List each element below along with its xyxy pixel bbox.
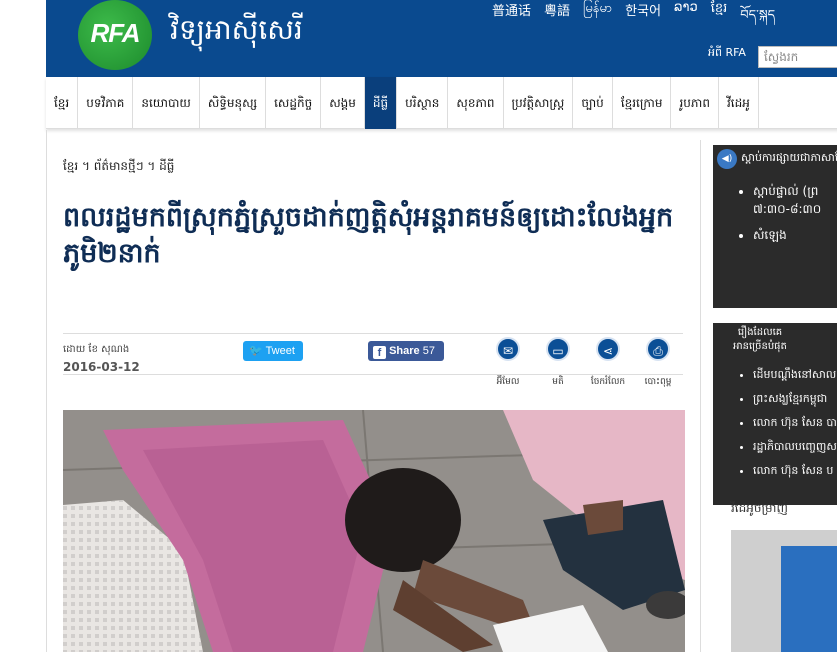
print-icon: ⎙ (646, 337, 670, 361)
left-divider (46, 130, 47, 652)
article-headline: ពលរដ្ឋមកពីស្រុកភ្នំស្រួចដាក់ញត្តិសុំអន្ត… (63, 202, 674, 270)
nav-item-politics[interactable]: នយោបាយ (133, 77, 200, 129)
meta-divider-bottom (63, 374, 683, 375)
most-read-item[interactable]: ដើមបណ្ដឹងនៅសាល (753, 368, 837, 384)
byline: ដោយ ខែ សុណង (63, 344, 130, 355)
main-nav: ខ្មែរ បទវិភាគ នយោបាយ សិទ្ធិមនុស្ស សេដ្ឋក… (46, 77, 837, 129)
share-label: Share (389, 345, 420, 357)
email-tool[interactable]: ✉ អ៊ីមែល (488, 337, 528, 389)
listen-item-time: ៧:៣០-៨:៣០ (753, 202, 822, 216)
facebook-share-button[interactable]: f Share 57 (368, 341, 444, 361)
lang-korean[interactable]: 한국어 (625, 0, 674, 19)
breadcrumb[interactable]: ខ្មែរ ។ ព័ត៌មានថ្មីៗ ។ ដីធ្លី (63, 158, 174, 176)
listen-panel: ◀) ស្ដាប់ការផ្សាយជាភាសាខ្មែរ ស្ដាប់ផ្ទាល… (713, 145, 837, 308)
nav-item-health[interactable]: សុខភាព (448, 77, 504, 129)
listen-item-live[interactable]: ស្ដាប់ផ្ទាល់ (ព្រ៧:៣០-៨:៣០ (753, 183, 837, 219)
twitter-icon: 🐦 (249, 345, 263, 357)
tweet-button[interactable]: 🐦 Tweet (243, 341, 303, 361)
lang-lao[interactable]: ລາວ (674, 0, 711, 16)
most-read-panel: រឿងដែលគេ អានច្រើនបំផុត ដើមបណ្ដឹងនៅសាល ព្… (713, 323, 837, 505)
nav-item-photos[interactable]: រូបភាព (671, 77, 719, 129)
language-bar: 普通话 粵語 မြန်မာ 한국어 ລາວ ខ្មែរ བོད་སྐད (492, 0, 788, 23)
lang-burmese[interactable]: မြန်မာ (583, 0, 625, 16)
comment-icon: ▭ (546, 337, 570, 361)
right-rail-divider (700, 140, 701, 652)
listen-item-live-label: ស្ដាប់ផ្ទាល់ (ព្រ (753, 184, 819, 198)
search-input[interactable]: ស្វែងរក (758, 46, 837, 68)
nav-item-human-rights[interactable]: សិទ្ធិមនុស្ស (200, 77, 267, 129)
lang-tibetan[interactable]: བོད་སྐད (740, 0, 788, 23)
publish-date: 2016-03-12 (63, 360, 140, 374)
facebook-icon: f (373, 346, 386, 359)
comment-label: មតិ (552, 377, 564, 387)
comment-tool[interactable]: ▭ មតិ (538, 337, 578, 389)
most-read-title: រឿងដែលគេ អានច្រើនបំផុត (713, 323, 837, 354)
nav-item-khmer[interactable]: ខ្មែរ (46, 77, 79, 129)
lang-khmer[interactable]: ខ្មែរ (711, 0, 741, 16)
site-name[interactable]: វិទ្យុអាស៊ីសេរី (170, 12, 303, 53)
listen-list: ស្ដាប់ផ្ទាល់ (ព្រ៧:៣០-៨:៣០ សំឡេង (713, 183, 837, 245)
photo-illustration (63, 410, 685, 652)
speaker-icon[interactable]: ◀) (717, 149, 737, 169)
print-tool[interactable]: ⎙ បោះពុម្ព (638, 337, 678, 389)
most-read-title-line2: អានច្រើនបំផុត (733, 341, 787, 352)
nav-item-law[interactable]: ច្បាប់ (573, 77, 613, 129)
lang-mandarin[interactable]: 普通话 (492, 0, 544, 19)
page: RFA វិទ្យុអាស៊ីសេរី 普通话 粵語 မြန်မာ 한국어 ລາ… (0, 0, 837, 652)
video-thumbnail-image (781, 546, 837, 652)
nav-item-land[interactable]: ដីធ្លី (364, 77, 398, 129)
share-count: 57 (422, 345, 435, 357)
most-read-title-line1: រឿងដែលគេ (737, 327, 783, 338)
share-icon: ⋖ (596, 337, 620, 361)
nav-item-society[interactable]: សង្គម (321, 77, 365, 129)
share-tool-label: ចែករំលែក (590, 377, 626, 387)
about-link[interactable]: អំពី RFA (708, 46, 746, 62)
print-label: បោះពុម្ព (644, 377, 672, 387)
video-thumbnail[interactable] (731, 530, 837, 652)
email-label: អ៊ីមែល (496, 377, 520, 387)
share-tool[interactable]: ⋖ ចែករំលែក (588, 337, 628, 389)
article-photo[interactable] (63, 410, 685, 652)
nav-item-economy[interactable]: សេដ្ឋកិច្ច (266, 77, 322, 129)
listen-item-audio[interactable]: សំឡេង (753, 227, 837, 245)
most-read-item[interactable]: ព្រះសង្ឃខ្មែរកម្ពុជា (753, 392, 837, 408)
most-read-item[interactable]: លោក ហ៊ុន សែន បា (753, 416, 837, 432)
nav-item-analysis[interactable]: បទវិភាគ (78, 77, 134, 129)
nav-item-environment[interactable]: បរិស្ថាន (397, 77, 449, 129)
nav-item-khmer-krom[interactable]: ខ្មែរក្រោម (613, 77, 672, 129)
videos-section-title: វីដេអូចម្រាញ់ (731, 501, 788, 515)
email-icon: ✉ (496, 337, 520, 361)
nav-item-history[interactable]: ប្រវត្តិសាស្ត្រ (504, 77, 574, 129)
logo-text[interactable]: RFA (80, 18, 150, 49)
meta-divider-top (63, 333, 683, 334)
most-read-item[interactable]: លោក ហ៊ុន សែន ប (753, 464, 837, 480)
lang-cantonese[interactable]: 粵語 (544, 0, 583, 19)
most-read-item[interactable]: រដ្ឋាភិបាលបញ្ចេញស (753, 440, 837, 456)
nav-item-videos[interactable]: វីដេអូ (719, 77, 759, 129)
most-read-list: ដើមបណ្ដឹងនៅសាល ព្រះសង្ឃខ្មែរកម្ពុជា លោក … (713, 368, 837, 480)
site-header: RFA វិទ្យុអាស៊ីសេរី 普通话 粵語 မြန်မာ 한국어 ລາ… (46, 0, 837, 77)
tweet-label: Tweet (265, 345, 295, 357)
